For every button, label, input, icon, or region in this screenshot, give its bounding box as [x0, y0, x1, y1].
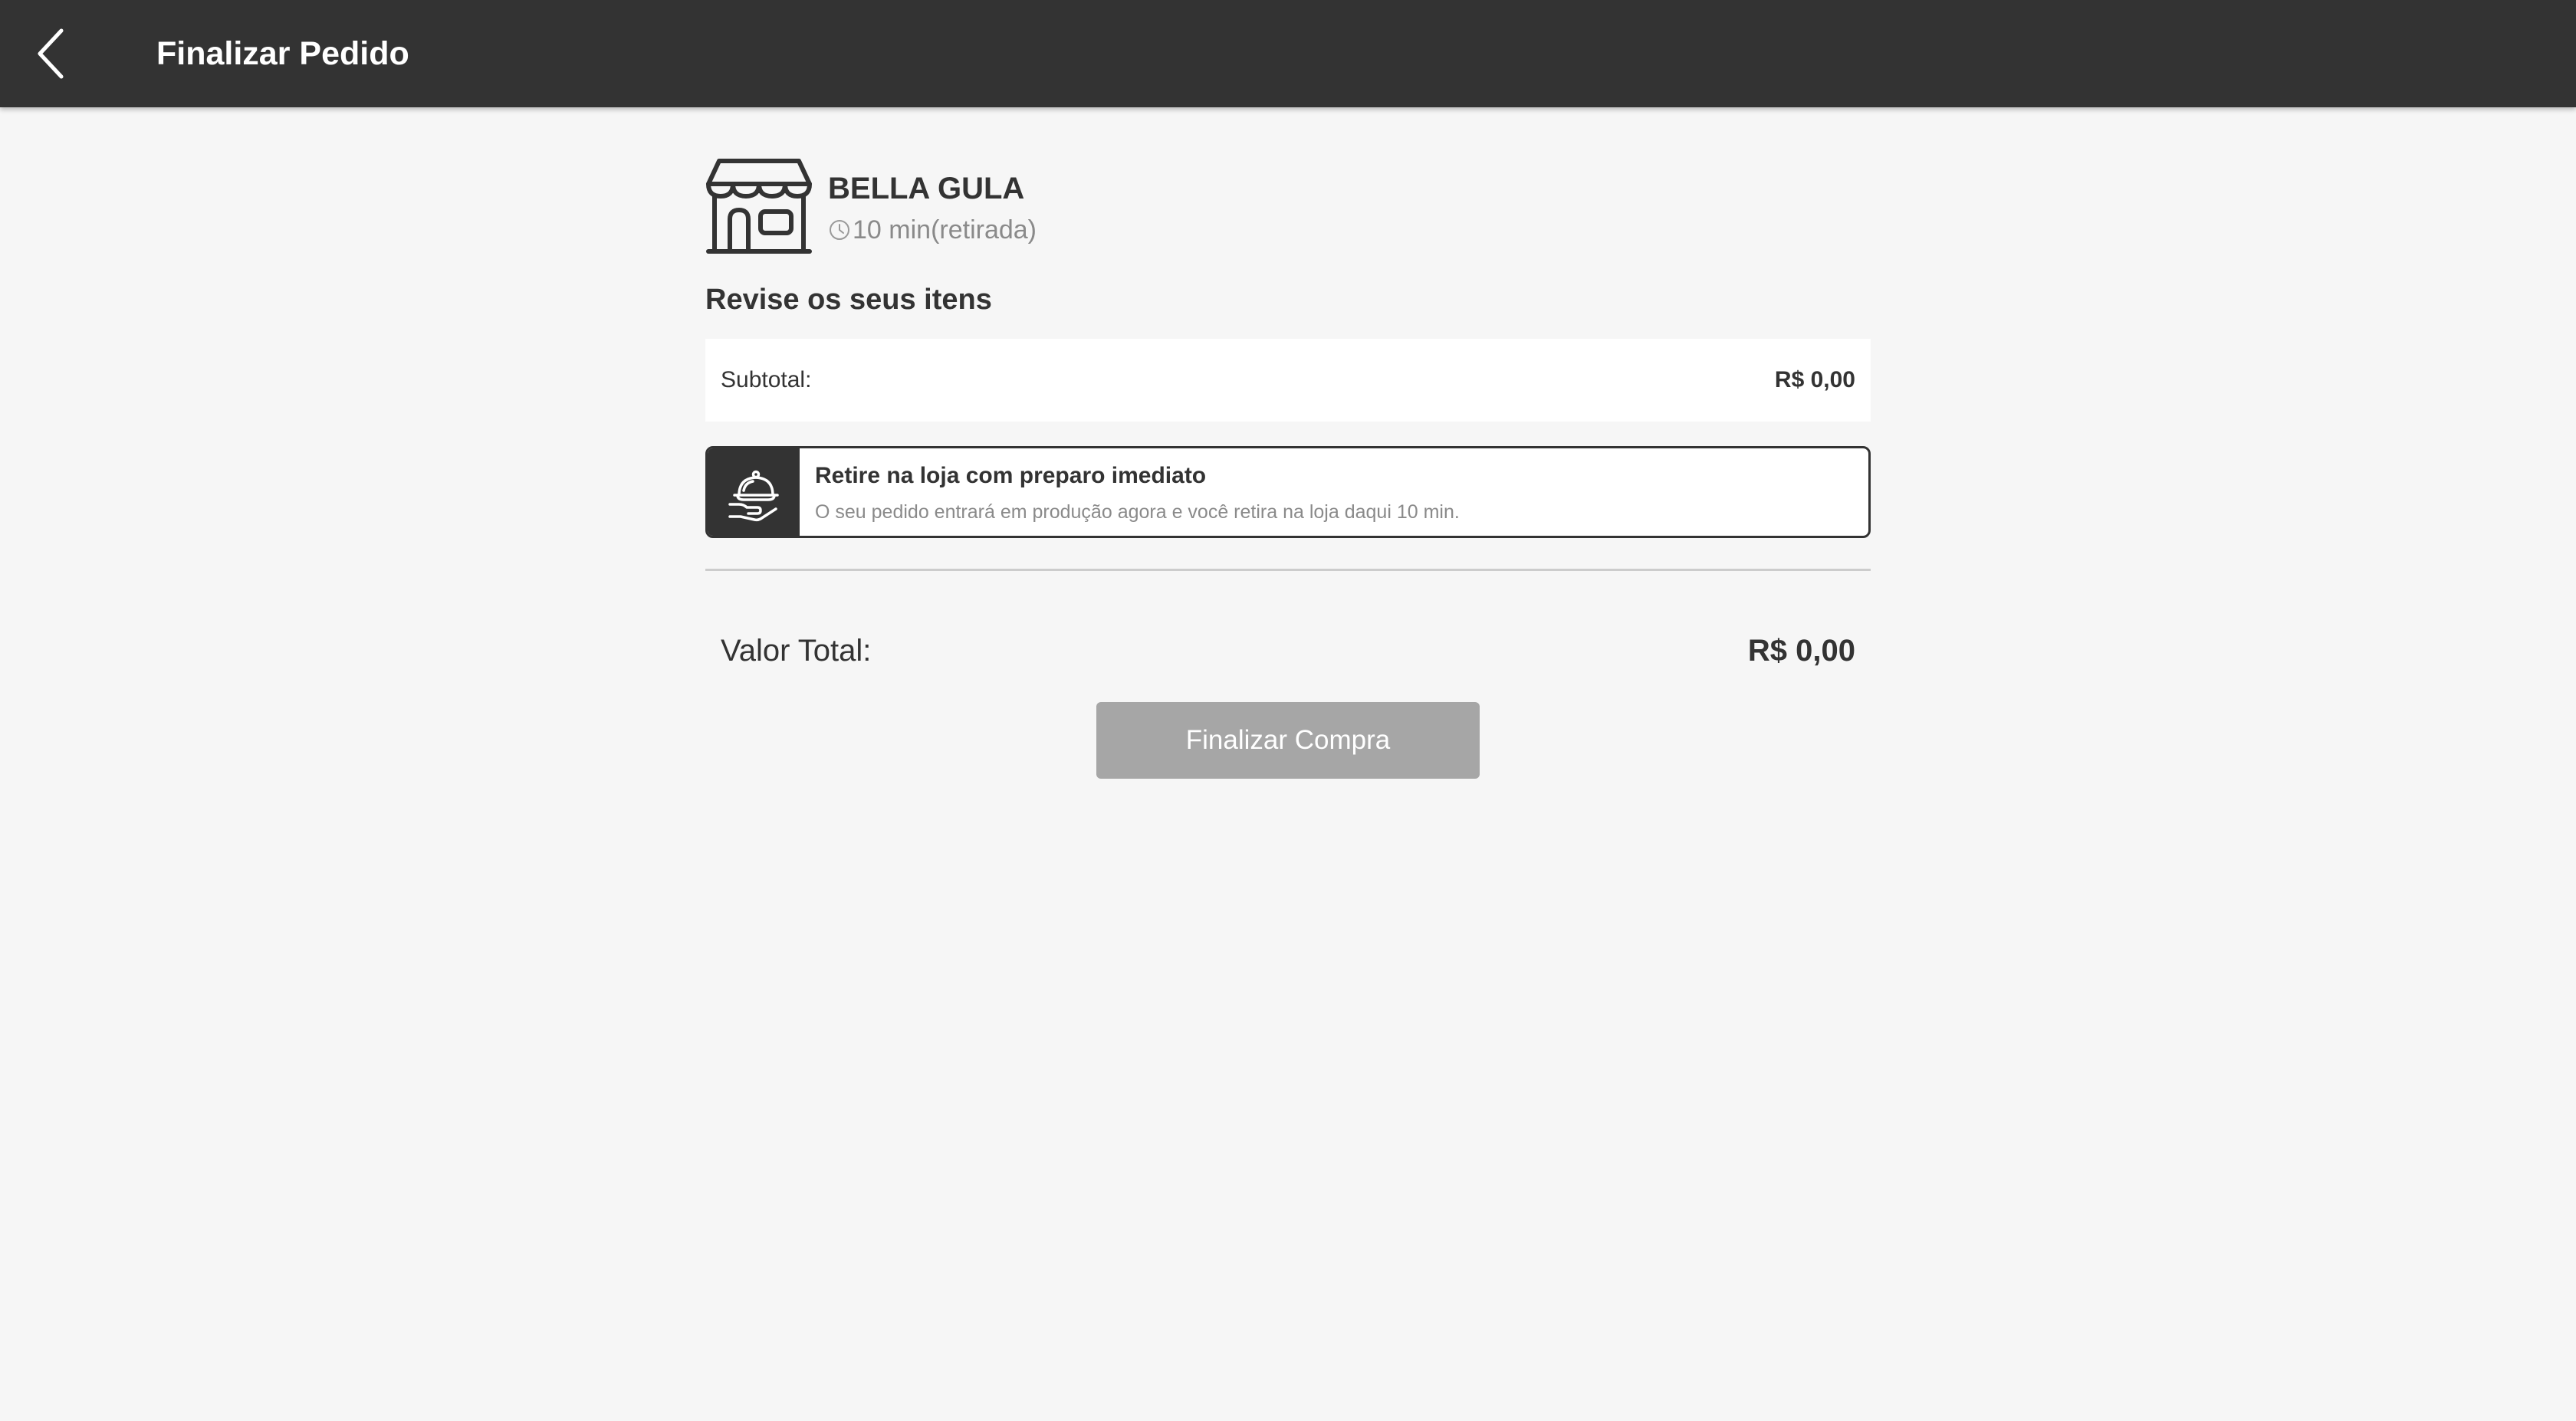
serving-cloche-icon: [728, 470, 779, 522]
pickup-option-description: O seu pedido entrará em produção agora e…: [815, 501, 1460, 523]
pickup-mode-label: (retirada): [931, 215, 1037, 244]
pickup-option-title: Retire na loja com preparo imediato: [815, 463, 1207, 488]
top-bar: Finalizar Pedido: [0, 0, 2576, 107]
total-value: R$ 0,00: [1747, 634, 1855, 668]
store-prep-time: 10 min (retirada): [828, 213, 1037, 247]
subtotal-value: R$ 0,00: [1774, 367, 1855, 392]
subtotal-row: Subtotal: R$ 0,00: [705, 339, 1871, 422]
storefront-icon: [706, 159, 812, 254]
store-header: BELLA GULA 10 min (retirada): [705, 158, 1871, 258]
pickup-icon-box: [708, 448, 800, 536]
prep-time-value: 10 min: [853, 215, 932, 244]
pickup-option-card[interactable]: Retire na loja com preparo imediato O se…: [705, 446, 1871, 538]
clock-icon: [830, 220, 849, 240]
section-divider: [705, 569, 1871, 571]
review-items-title: Revise os seus itens: [705, 284, 992, 316]
subtotal-label: Subtotal:: [721, 367, 812, 392]
page-title: Finalizar Pedido: [156, 35, 409, 72]
chevron-left-icon: [38, 28, 64, 79]
finalize-purchase-button[interactable]: Finalizar Compra: [1096, 702, 1480, 779]
store-name: BELLA GULA: [828, 172, 1025, 205]
total-label: Valor Total:: [721, 634, 872, 668]
back-button[interactable]: [23, 23, 78, 84]
